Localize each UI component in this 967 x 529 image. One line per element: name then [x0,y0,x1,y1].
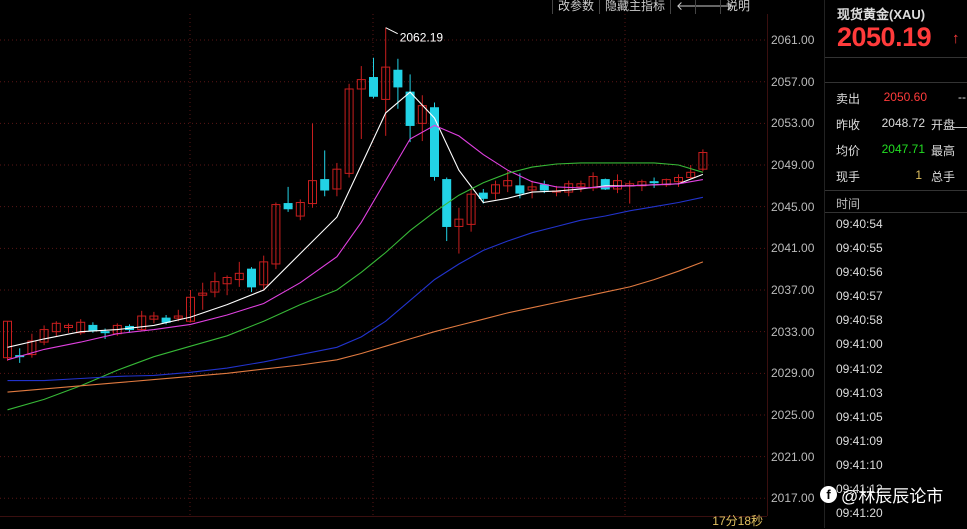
time-item: 09:40:58 [836,313,883,328]
chart-svg: 2062.19 [0,14,767,516]
time-item: 09:41:00 [836,337,883,352]
time-item: 09:41:03 [836,385,883,400]
y-tick-label: 2061.00 [771,33,815,48]
y-tick-label: 2049.00 [771,158,815,173]
time-item: 09:40:57 [836,289,883,304]
help-button[interactable]: 说明 [720,0,755,14]
time-item: 09:41:02 [836,361,883,376]
time-item: 09:40:56 [836,265,883,280]
candle-body [88,324,98,332]
chart-bottom-bar: 17分18秒 [0,514,767,529]
quote-panel: 现货黄金(XAU) 2050.19 ↑ — 卖出 2050.60 -- 昨收 2… [824,0,967,528]
y-tick-label: 2045.00 [771,199,815,214]
candle-body [515,185,525,194]
candle-countdown: 17分18秒 [712,514,763,528]
y-tick-label: 2037.00 [771,282,815,297]
time-header: 时间 [825,190,967,213]
candle-body [247,268,256,288]
current-price: 2050.19 [837,22,932,52]
prev-close-row: 昨收 2048.72 开盘 [825,110,967,136]
y-tick-label: 2025.00 [771,407,815,422]
y-tick-label: 2021.00 [771,449,815,464]
avg-label: 均价 [836,144,861,158]
volume-row: 现手 1 总手 [825,162,967,188]
time-item: 09:40:54 [836,217,883,231]
candle-body [369,77,378,97]
watermark: f @林辰辰论市 [820,482,943,507]
y-tick-label: 2057.00 [771,74,815,89]
candle-body [100,331,110,334]
right-arrow-icon[interactable]: 🡒 [695,0,733,14]
instrument-title: 现货黄金(XAU) [837,7,926,22]
moving-average-line [7,196,704,382]
price-axis: 2061.00 2057.00 2053.00 2049.00 2045.00 2041.… [767,14,824,516]
candle-body [649,181,659,184]
open-label: 开盘 [931,118,956,132]
time-item: 09:40:55 [836,241,883,256]
sell-extra: -- [958,90,966,104]
candle-body [393,69,403,88]
volume-value: 1 [915,168,922,182]
collapse-bar: — [825,57,967,134]
sell-label: 卖出 [836,92,861,106]
up-arrow-icon: ↑ [952,30,960,47]
high-annotation-label: 2062.19 [400,31,444,45]
prev-close-value: 2048.72 [881,116,925,130]
time-item: 09:41:05 [836,409,883,424]
avg-row: 均价 2047.71 最高 [825,136,967,162]
volume-label: 现手 [836,170,861,184]
sell-value: 2050.60 [883,90,927,104]
y-tick-label: 2017.00 [771,491,815,506]
candle-body [539,184,549,191]
left-arrow-icon[interactable]: 🡐 [670,0,708,14]
time-header-label: 时间 [836,197,861,211]
avg-value: 2047.71 [881,142,925,156]
moving-average-line [7,91,704,348]
y-tick-label: 2053.00 [771,116,815,131]
candle-body [405,91,415,126]
time-item: 09:41:10 [836,457,883,472]
facebook-icon: f [820,486,837,503]
y-tick-label: 2041.00 [771,241,815,256]
hide-main-indicator-button[interactable]: 隐藏主指标 [599,0,670,14]
y-tick-label: 2033.00 [771,324,815,339]
chart-toolbar: 改参数 隐藏主指标 🡐 🡒 说明 [552,0,755,14]
watermark-text: @林辰辰论市 [841,487,944,506]
moving-average-line [7,162,704,411]
total-volume-label: 总手 [931,170,956,184]
candle-body [320,179,330,191]
moving-average-line [7,124,703,361]
high-annotation-leader [385,27,398,35]
change-params-button[interactable]: 改参数 [552,0,599,14]
time-item: 09:41:09 [836,433,883,448]
prev-close-label: 昨收 [836,118,861,132]
y-tick-label: 2029.00 [771,366,815,381]
candlestick-chart[interactable]: 2062.19 [0,14,767,516]
sell-row: 卖出 2050.60 -- [825,84,967,110]
high-label: 最高 [931,144,956,158]
tick-time-list[interactable]: 09:40:54 09:40:55 09:40:56 09:40:57 09:40:58… [825,212,967,525]
candle-body [478,192,488,199]
candle-body [283,203,293,210]
